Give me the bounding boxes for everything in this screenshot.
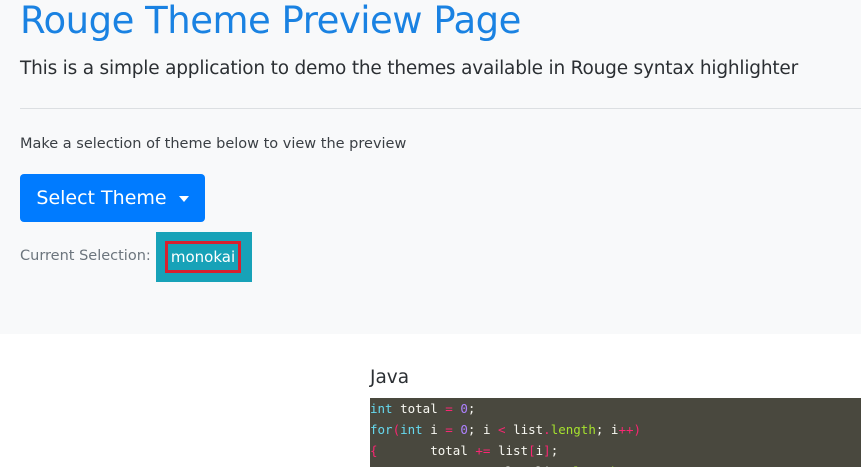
page-title: Rouge Theme Preview Page [20,0,521,42]
jumbotron-header: Rouge Theme Preview Page This is a simpl… [0,0,861,334]
select-theme-label: Select Theme [36,187,167,209]
caret-down-icon [178,196,189,202]
code-line-2: for(int i = 0; i < list.length; i++) [370,422,642,437]
code-preview: int total = 0; for(int i = 0; i < list.l… [370,398,861,467]
current-selection-label: Current Selection: [20,248,151,264]
page-subtitle: This is a simple application to demo the… [20,58,799,79]
language-heading: Java [370,367,410,388]
current-selection-badge: monokai [165,241,241,273]
select-theme-button[interactable]: Select Theme [20,174,205,222]
current-selection-badge-container: monokai [156,232,252,282]
code-line-3: { total += list[i]; [370,443,559,458]
divider [20,108,861,109]
code-line-4: sum = total / list.length; [370,461,861,467]
code-line-1: int total = 0; [370,401,476,416]
selection-instruction: Make a selection of theme below to view … [20,136,407,152]
